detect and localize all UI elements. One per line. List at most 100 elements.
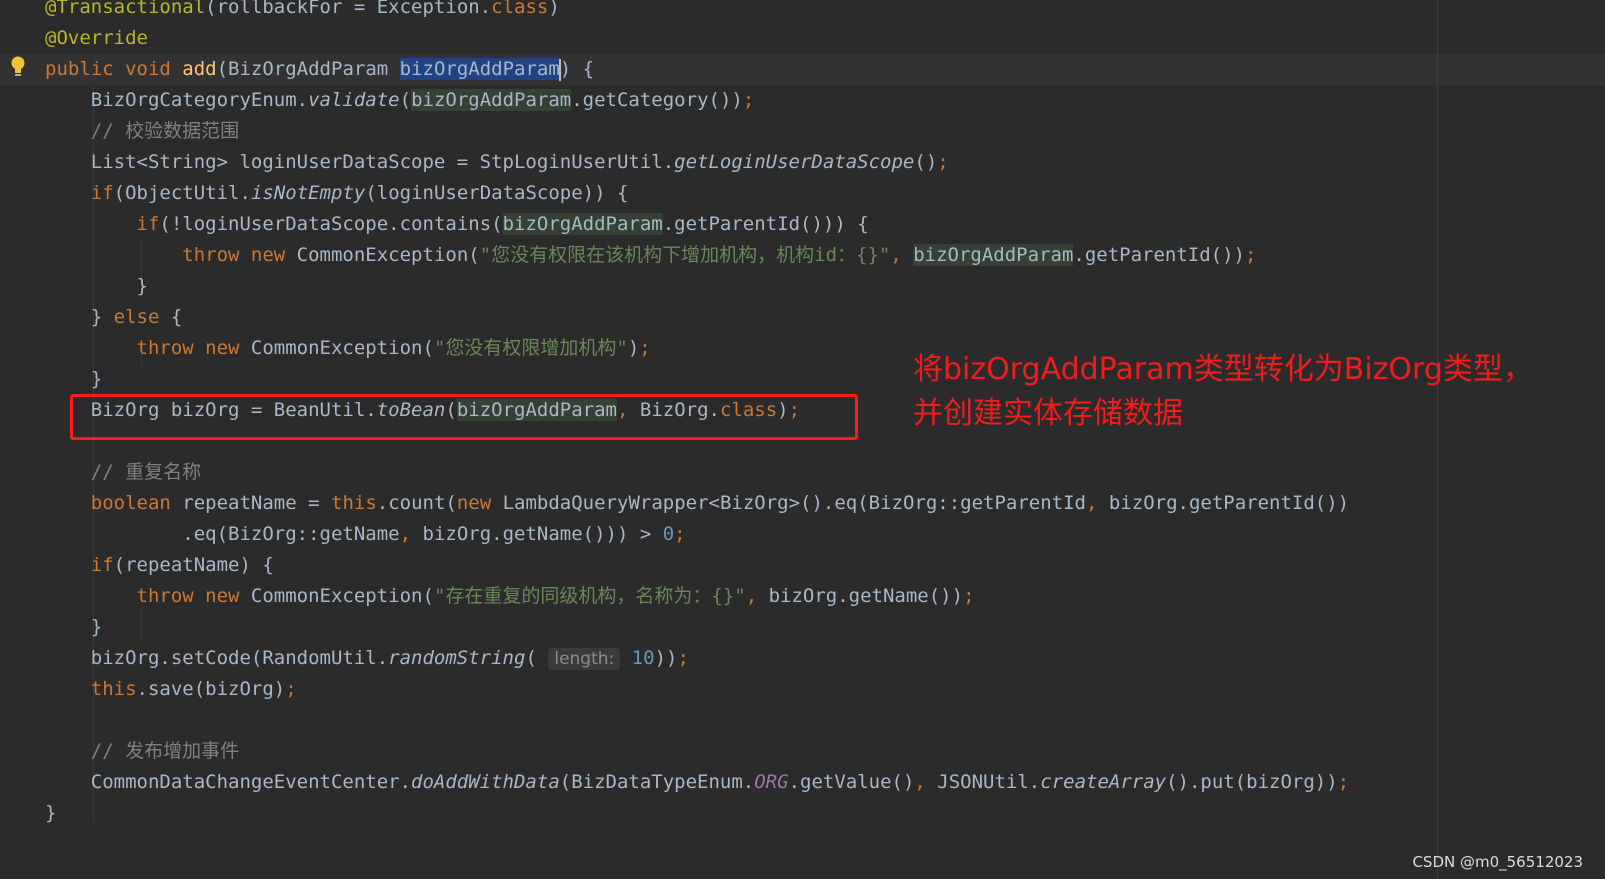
code-token: ; <box>674 523 686 545</box>
code-token: , <box>399 523 423 545</box>
code-line[interactable]: // 重复名称 <box>45 457 201 488</box>
code-token: @Transactional <box>45 0 206 18</box>
code-token: "存在重复的同级机构，名称为：{}" <box>433 585 746 607</box>
highlight-box <box>70 394 858 440</box>
code-token: { <box>159 306 183 328</box>
code-line[interactable]: BizOrgCategoryEnum.validate(bizOrgAddPar… <box>45 85 754 116</box>
code-token: ; <box>963 585 975 607</box>
code-token: if <box>136 213 160 235</box>
code-line[interactable]: } <box>45 798 56 829</box>
code-line[interactable]: throw new CommonException("您没有权限在该机构下增加机… <box>45 240 1256 271</box>
code-token: (BizOrgAddParam <box>216 58 400 80</box>
code-token: ; <box>285 678 297 700</box>
code-token: .getCategory()) <box>571 89 743 111</box>
code-token: ) <box>548 0 560 18</box>
code-line[interactable]: @Transactional(rollbackFor = Exception.c… <box>45 0 560 23</box>
code-line[interactable]: public void add(BizOrgAddParam bizOrgAdd… <box>45 54 594 85</box>
code-token: , <box>745 585 769 607</box>
code-token: "您没有权限在该机构下增加机构，机构id：{}" <box>479 244 891 266</box>
code-line[interactable]: if(ObjectUtil.isNotEmpty(loginUserDataSc… <box>45 178 629 209</box>
code-token: , <box>890 244 914 266</box>
code-token: ( <box>399 89 412 111</box>
code-token: ; <box>937 151 949 173</box>
code-token: } <box>45 306 114 328</box>
code-token: // 发布增加事件 <box>45 740 240 762</box>
code-token: repeatName = <box>182 492 331 514</box>
code-token: ) <box>627 337 640 359</box>
code-line[interactable]: @Override <box>45 23 148 54</box>
code-line[interactable]: List<String> loginUserDataScope = StpLog… <box>45 147 949 178</box>
code-line[interactable]: } else { <box>45 302 183 333</box>
code-line[interactable]: // 发布增加事件 <box>45 736 239 767</box>
code-token: CommonException( <box>296 244 480 266</box>
code-token: CommonDataChangeEventCenter. <box>45 771 412 793</box>
code-token: ) { <box>559 58 595 80</box>
code-line[interactable]: CommonDataChangeEventCenter.doAddWithDat… <box>45 767 1349 798</box>
code-token: List<String> loginUserDataScope = StpLog… <box>45 151 675 173</box>
code-token: .eq(BizOrg::getName <box>45 523 400 545</box>
code-token: , <box>1086 492 1109 514</box>
code-token: 0 <box>662 523 675 545</box>
code-token: add <box>182 58 217 80</box>
annotation-note: 将bizOrgAddParam类型转化为BizOrg类型， 并创建实体存储数据 <box>913 348 1603 436</box>
code-token: // 校验数据范围 <box>45 120 240 142</box>
code-token: createArray <box>1040 771 1167 793</box>
code-token: JSONUtil. <box>937 771 1041 793</box>
code-editor[interactable]: @Transactional(rollbackFor = Exception.c… <box>0 0 1605 879</box>
code-token: } <box>45 368 103 390</box>
code-token: } <box>45 616 103 638</box>
code-token: ; <box>1244 244 1257 266</box>
code-line[interactable]: bizOrg.setCode(RandomUtil.randomString( … <box>45 643 689 674</box>
code-line[interactable]: boolean repeatName = this.count(new Lamb… <box>45 488 1349 519</box>
indent-guide <box>141 609 142 641</box>
code-token: .save(bizOrg) <box>136 678 286 700</box>
code-token: (!loginUserDataScope.contains( <box>159 213 503 235</box>
code-token: ; <box>1337 771 1350 793</box>
annotation-line: 并创建实体存储数据 <box>913 396 1183 431</box>
code-token: ; <box>639 337 651 359</box>
code-token: (BizDataTypeEnum. <box>559 771 755 793</box>
code-line[interactable]: throw new CommonException("存在重复的同级机构，名称为… <box>45 581 975 612</box>
code-token: CommonException( <box>250 337 434 359</box>
code-line[interactable]: } <box>45 364 102 395</box>
watermark: CSDN @m0_56512023 <box>1412 853 1583 871</box>
parameter-hint: length: <box>548 648 621 670</box>
code-token: throw new <box>136 585 251 607</box>
code-token: )) <box>654 647 678 669</box>
lightbulb-icon[interactable] <box>10 55 26 79</box>
code-token: ( <box>525 647 549 669</box>
code-token: bizOrg.getParentId()) <box>1108 492 1350 514</box>
code-line[interactable]: if(!loginUserDataScope.contains(bizOrgAd… <box>45 209 869 240</box>
code-token: boolean <box>90 492 183 514</box>
code-line[interactable]: this.save(bizOrg); <box>45 674 297 705</box>
code-token: bizOrgAddParam <box>502 213 663 235</box>
code-line[interactable]: // 校验数据范围 <box>45 116 239 147</box>
code-token: .getValue() <box>788 771 915 793</box>
code-token: (repeatName) { <box>113 554 274 576</box>
code-token: ().put(bizOrg)) <box>1166 771 1338 793</box>
right-margin-guide <box>1437 0 1438 879</box>
code-line[interactable]: .eq(BizOrg::getName, bizOrg.getName())) … <box>45 519 686 550</box>
code-token: bizOrg.getName()) <box>768 585 964 607</box>
code-token: bizOrg.getName())) > <box>422 523 663 545</box>
code-token: bizOrgAddParam <box>399 58 560 80</box>
code-line[interactable]: throw new CommonException("您没有权限增加机构"); <box>45 333 651 364</box>
code-token: () <box>914 151 938 173</box>
code-line[interactable]: } <box>45 612 102 643</box>
annotation-line: 将bizOrgAddParam类型转化为BizOrg类型， <box>913 352 1533 387</box>
code-line[interactable]: } <box>45 271 148 302</box>
code-token: this <box>331 492 377 514</box>
code-line[interactable]: if(repeatName) { <box>45 550 274 581</box>
code-token: } <box>45 802 57 824</box>
code-token: new <box>456 492 503 514</box>
code-token: throw new <box>182 244 297 266</box>
